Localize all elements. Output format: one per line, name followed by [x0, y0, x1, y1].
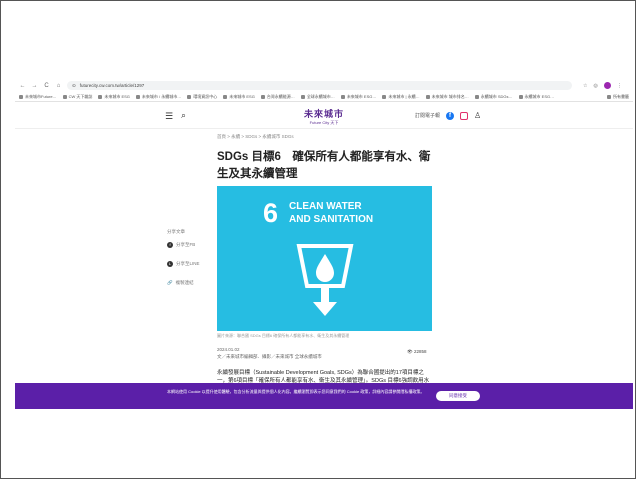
- toolbar-right: ☆ ◎ ⋮: [583, 82, 622, 89]
- byline: 文／未來城市編輯部．攝影／未來城市 全球永續城市: [217, 354, 322, 359]
- cookie-banner: 本網站使用 Cookie 以提升使用體驗，包含分析流量與提供個人化內容。繼續瀏覽…: [15, 383, 633, 409]
- copy-link-button[interactable]: 🔗 複製連結: [167, 279, 200, 287]
- all-bookmarks[interactable]: 所有書籤: [607, 94, 629, 100]
- bookmark-favicon-icon: [223, 95, 228, 99]
- screenshot-frame: ← → C ⌂ ⊙ futurecity.cw.com.tw/article/1…: [0, 0, 636, 479]
- bookmark-item[interactable]: CW 天下雜誌: [62, 94, 92, 100]
- share-facebook-button[interactable]: f 分享至FB: [167, 241, 200, 249]
- bookmark-item[interactable]: 環境資訊中心: [187, 94, 217, 100]
- user-icon[interactable]: ♙: [474, 111, 481, 120]
- back-icon[interactable]: ←: [19, 82, 26, 89]
- view-count: 👁 22858: [407, 349, 427, 354]
- bookmark-favicon-icon: [300, 95, 305, 99]
- site-header: ☰ ⌕ 未來城市 Future City 天下 訂閱電子報 f ♙: [15, 103, 633, 129]
- url-text: futurecity.cw.com.tw/article/1297: [79, 83, 145, 88]
- bookmark-item[interactable]: 未來城市 城市排名…: [425, 94, 469, 100]
- bookmark-item[interactable]: 未來城市 ESG…: [340, 94, 376, 100]
- image-caption: 圖片來源：聯合國 SDGs 目標6 確保所有人都能享有水、衛生及其永續管理: [217, 333, 350, 338]
- bookmark-item[interactable]: 全球永續城市…: [300, 94, 335, 100]
- bookmark-item[interactable]: 未來城市 / 永續城市…: [135, 94, 181, 100]
- share-panel: 分享文章 f 分享至FB L 分享至LINE 🔗 複製連結: [167, 229, 200, 298]
- menu-kebab-icon[interactable]: ⋮: [617, 83, 622, 89]
- facebook-icon[interactable]: f: [446, 111, 455, 120]
- share-title: 分享文章: [167, 229, 185, 234]
- newsletter-link[interactable]: 訂閱電子報: [415, 112, 440, 119]
- line-icon: L: [167, 261, 173, 267]
- bookmark-star-icon[interactable]: ☆: [583, 83, 587, 89]
- bookmark-item[interactable]: 永續城市 SDGs…: [474, 94, 513, 100]
- address-bar[interactable]: ⊙ futurecity.cw.com.tw/article/1297: [67, 81, 572, 90]
- bookmark-favicon-icon: [135, 95, 140, 99]
- profile-avatar[interactable]: [603, 82, 611, 89]
- browser-window: ← → C ⌂ ⊙ futurecity.cw.com.tw/article/1…: [15, 79, 633, 409]
- eye-icon: 👁: [407, 349, 414, 354]
- browser-toolbar: ← → C ⌂ ⊙ futurecity.cw.com.tw/article/1…: [15, 79, 633, 92]
- bookmark-favicon-icon: [260, 95, 265, 99]
- bookmark-item[interactable]: 永續城市 ESG…: [518, 94, 554, 100]
- site-info-icon[interactable]: ⊙: [72, 83, 76, 89]
- cookie-text: 本網站使用 Cookie 以提升使用體驗，包含分析流量與提供個人化內容。繼續瀏覽…: [167, 389, 425, 394]
- publish-date: 2024.01.02: [217, 347, 240, 352]
- link-icon: 🔗: [167, 280, 173, 285]
- instagram-icon[interactable]: [460, 111, 469, 120]
- extension-icon[interactable]: ◎: [593, 83, 597, 89]
- share-line-button[interactable]: L 分享至LINE: [167, 260, 200, 268]
- bookmark-favicon-icon: [518, 95, 523, 99]
- search-icon[interactable]: ⌕: [181, 110, 186, 121]
- bookmark-item[interactable]: 未來城市 | 永續…: [382, 94, 420, 100]
- water-glass-icon: [296, 244, 354, 316]
- bookmark-favicon-icon: [382, 95, 387, 99]
- bookmark-item[interactable]: 台灣永續能源…: [260, 94, 295, 100]
- home-icon[interactable]: ⌂: [55, 82, 62, 89]
- bookmark-favicon-icon: [425, 95, 430, 99]
- bookmark-item[interactable]: 未來城市 ESG: [223, 94, 255, 100]
- bookmarks-bar: 未來城市Future… CW 天下雜誌 未來城市 ESG 未來城市 / 永續城市…: [15, 93, 633, 102]
- header-right: 訂閱電子報 f ♙: [415, 111, 481, 120]
- bookmark-item[interactable]: 未來城市 ESG: [98, 94, 130, 100]
- bookmark-favicon-icon: [187, 95, 192, 99]
- bookmark-favicon-icon: [98, 95, 103, 99]
- logo-main: 未來城市: [304, 109, 345, 119]
- article-title: SDGs 目標6 確保所有人都能享有水、衛生及其永續管理: [217, 151, 431, 180]
- breadcrumb[interactable]: 首頁 > 永續 > SDGs > 永續城市 SDGs: [217, 134, 294, 140]
- hamburger-menu-icon[interactable]: ☰: [165, 111, 173, 122]
- bookmark-favicon-icon: [62, 95, 67, 99]
- folder-icon: [607, 95, 611, 99]
- bookmark-item[interactable]: 未來城市Future…: [19, 94, 57, 100]
- bookmark-favicon-icon: [474, 95, 479, 99]
- bookmark-favicon-icon: [340, 95, 345, 99]
- reload-icon[interactable]: C: [43, 82, 50, 89]
- bookmark-favicon-icon: [19, 95, 23, 99]
- logo-sub: Future City 天下: [309, 120, 339, 125]
- forward-icon[interactable]: →: [31, 82, 38, 89]
- site-logo[interactable]: 未來城市 Future City 天下: [304, 107, 344, 126]
- cookie-accept-button[interactable]: 同意接受: [436, 391, 480, 401]
- sdg6-hero-image: 6 CLEAN WATER AND SANITATION: [217, 186, 432, 331]
- facebook-icon: f: [167, 242, 173, 248]
